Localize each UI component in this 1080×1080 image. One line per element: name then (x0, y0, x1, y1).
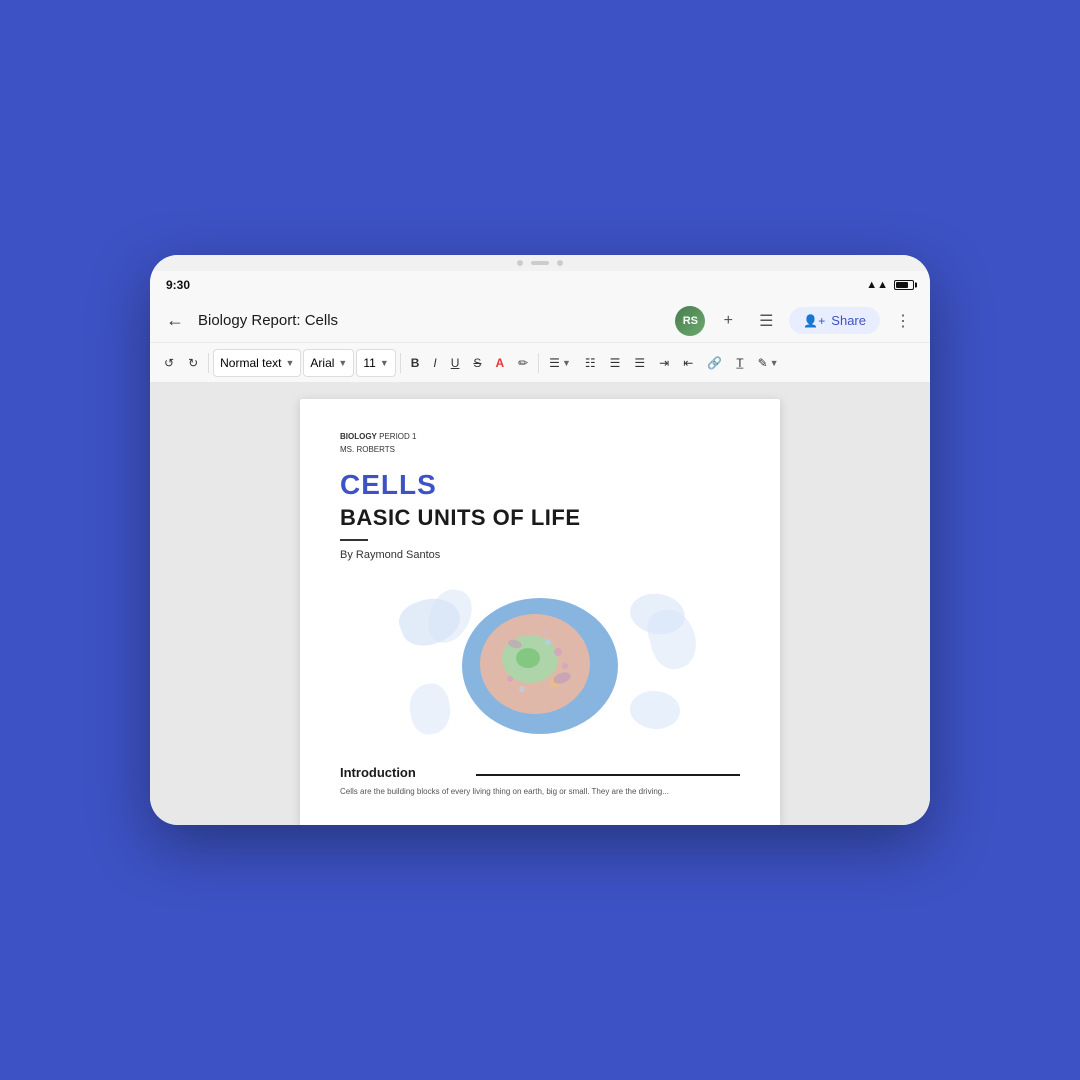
undo-button[interactable]: ↺ (158, 349, 180, 377)
toolbar-divider-3 (538, 353, 539, 373)
section-title: Introduction (340, 765, 416, 780)
cell-illustration (340, 579, 740, 749)
title-divider (340, 539, 368, 541)
share-icon: 👤+ (803, 314, 825, 328)
underline-button[interactable]: U (445, 349, 466, 377)
intro-section: Introduction Cells are the building bloc… (340, 765, 740, 798)
text-style-select[interactable]: Normal text ▼ (213, 349, 301, 377)
author: By Raymond Santos (340, 549, 740, 561)
share-button[interactable]: 👤+ Share (789, 307, 880, 334)
format-button[interactable]: ☷ (579, 349, 602, 377)
font-select[interactable]: Arial ▼ (303, 349, 354, 377)
meta-bold: BIOLOGY (340, 432, 377, 441)
document-page: BIOLOGY PERIOD 1 MS. ROBERTS CELLS BASIC… (300, 399, 780, 825)
main-title: CELLS (340, 469, 740, 501)
document-title: Biology Report: Cells (198, 312, 665, 329)
font-chevron: ▼ (338, 358, 347, 368)
toolbar-divider-2 (400, 353, 401, 373)
tablet: 9:30 ▲▲ ← Biology Report: Cells RS + ☰ 👤… (150, 255, 930, 825)
bold-button[interactable]: B (405, 349, 426, 377)
wifi-icon: ▲▲ (866, 279, 888, 291)
style-chevron: ▼ (285, 358, 294, 368)
camera-dot (517, 260, 523, 266)
status-bar: 9:30 ▲▲ (150, 271, 930, 299)
blob-4 (643, 604, 702, 674)
sensor-dot (557, 260, 563, 266)
bullet-list-button[interactable]: ☰ (604, 349, 627, 377)
numbered-list-button[interactable]: ☰ (628, 349, 651, 377)
speaker (531, 261, 549, 265)
more-options-button[interactable]: ⋮ (888, 306, 918, 336)
subtitle: BASIC UNITS OF LIFE (340, 505, 740, 531)
font-size-select[interactable]: 11 ▼ (356, 349, 395, 377)
section-divider (476, 774, 740, 776)
pen-button[interactable]: ✎▼ (752, 349, 785, 377)
strikethrough-button[interactable]: S (467, 349, 487, 377)
toolbar: ↺ ↻ Normal text ▼ Arial ▼ 11 ▼ B I U S A… (150, 343, 930, 383)
battery-icon (894, 280, 914, 290)
comment-button[interactable]: ☰ (751, 306, 781, 336)
indent-button[interactable]: ⇥ (653, 349, 675, 377)
redo-button[interactable]: ↻ (182, 349, 204, 377)
outdent-button[interactable]: ⇤ (677, 349, 699, 377)
add-button[interactable]: + (713, 306, 743, 336)
status-right: ▲▲ (866, 279, 914, 291)
meta-teacher: MS. ROBERTS (340, 445, 395, 454)
body-text: Cells are the building blocks of every l… (340, 786, 740, 798)
text-color-button[interactable]: A (489, 349, 510, 377)
back-button[interactable]: ← (162, 306, 188, 335)
clear-format-button[interactable]: T̲ (730, 349, 749, 377)
align-button[interactable]: ☰▼ (543, 349, 577, 377)
app-bar-actions: RS + ☰ 👤+ Share ⋮ (675, 306, 918, 336)
content-area: BIOLOGY PERIOD 1 MS. ROBERTS CELLS BASIC… (150, 383, 930, 825)
size-chevron: ▼ (380, 358, 389, 368)
tablet-top-bar (150, 255, 930, 271)
highlight-button[interactable]: ✏ (512, 349, 534, 377)
toolbar-divider-1 (208, 353, 209, 373)
link-button[interactable]: 🔗 (701, 349, 728, 377)
app-bar: ← Biology Report: Cells RS + ☰ 👤+ Share … (150, 299, 930, 343)
doc-meta: BIOLOGY PERIOD 1 MS. ROBERTS (340, 431, 740, 457)
time-display: 9:30 (166, 278, 190, 292)
meta-period: PERIOD 1 (377, 432, 417, 441)
italic-button[interactable]: I (427, 349, 442, 377)
avatar[interactable]: RS (675, 306, 705, 336)
